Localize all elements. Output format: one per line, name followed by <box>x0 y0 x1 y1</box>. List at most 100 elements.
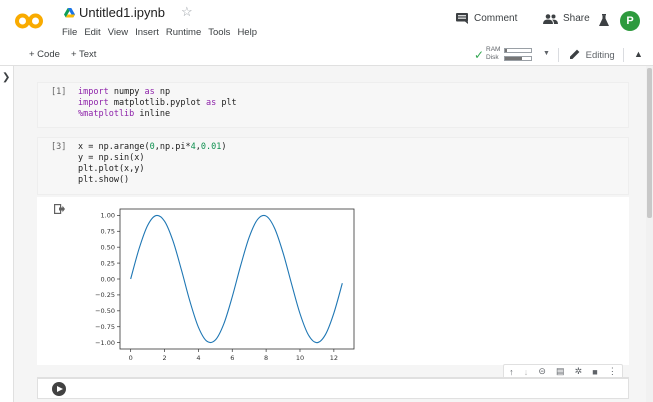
x-tick-label: 8 <box>264 354 268 362</box>
editing-label: Editing <box>585 50 615 61</box>
code-token: x = np.arange( <box>78 142 150 152</box>
code-line: plt.plot(x,y) <box>78 164 226 175</box>
scrollbar-thumb[interactable] <box>647 68 652 218</box>
menu-tools[interactable]: Tools <box>208 27 230 38</box>
move-down-icon[interactable]: ↓ <box>524 367 529 377</box>
code-cell[interactable]: [3] x = np.arange(0,np.pi*4,0.01) y = np.… <box>37 137 629 195</box>
avatar[interactable]: P <box>620 11 640 31</box>
star-icon[interactable]: ☆ <box>181 4 193 20</box>
code-token: 0.01 <box>200 142 222 152</box>
disk-bar-fill <box>505 57 522 60</box>
flask-icon[interactable] <box>599 14 609 26</box>
collapse-header-icon[interactable]: ▲ <box>634 49 643 59</box>
code-line: %matplotlib inline <box>78 109 237 120</box>
x-tick-label: 4 <box>196 354 200 362</box>
toolbar-divider <box>558 48 559 62</box>
move-up-icon[interactable]: ↑ <box>509 367 514 377</box>
disk-label: Disk <box>486 54 499 61</box>
comment-label: Comment <box>474 13 518 24</box>
code-line: plt.show() <box>78 175 226 186</box>
code-token: ) <box>221 142 227 152</box>
code-cell[interactable]: [1] import numpy as np import matplotlib.… <box>37 82 629 128</box>
colab-logo-icon[interactable] <box>14 13 44 29</box>
code-line: y = np.sin(x) <box>78 153 226 164</box>
y-tick-label: 0.50 <box>101 243 115 251</box>
menu-help[interactable]: Help <box>237 27 257 38</box>
side-panel-rail: ❯ <box>0 66 14 402</box>
x-tick-label: 6 <box>230 354 234 362</box>
connected-check-icon: ✓ <box>474 48 485 62</box>
ram-label: RAM <box>486 46 501 53</box>
code-token: matplotlib.pyplot <box>108 98 206 108</box>
code-token: y = np.sin(x) <box>78 153 145 163</box>
disk-bar <box>504 56 532 61</box>
y-tick-label: 1.00 <box>101 212 115 220</box>
y-tick-label: −0.75 <box>95 323 115 331</box>
share-label: Share <box>563 13 590 24</box>
menu-bar: File Edit View Insert Runtime Tools Help <box>62 27 257 38</box>
comment-button[interactable]: Comment <box>456 13 517 24</box>
comment-icon[interactable]: ▤ <box>556 366 565 377</box>
notebook-toolbar: + Code + Text ✓ RAM Disk ▼ Editing ▲ <box>0 44 653 66</box>
code-line: import matplotlib.pyplot as plt <box>78 98 237 109</box>
settings-icon[interactable]: ✲ <box>575 366 583 377</box>
code-token: import <box>78 98 109 108</box>
x-tick-label: 2 <box>162 354 166 362</box>
ram-bar-fill <box>505 49 508 52</box>
code-token: numpy <box>108 87 145 97</box>
empty-code-cell[interactable] <box>37 377 629 399</box>
y-tick-label: −1.00 <box>95 339 115 347</box>
x-tick-label: 0 <box>129 354 133 362</box>
add-text-button[interactable]: + Text <box>71 49 96 60</box>
x-tick-label: 10 <box>296 354 304 362</box>
code-line: x = np.arange(0,np.pi*4,0.01) <box>78 142 226 153</box>
menu-runtime[interactable]: Runtime <box>166 27 201 38</box>
code-token: plt.show() <box>78 175 130 185</box>
menu-file[interactable]: File <box>62 27 77 38</box>
delete-icon[interactable]: ■ <box>592 367 597 377</box>
menu-insert[interactable]: Insert <box>135 27 159 38</box>
code-token: plt.plot(x,y) <box>78 164 145 174</box>
run-cell-button[interactable] <box>52 382 66 396</box>
link-icon[interactable]: ⊝ <box>538 366 546 377</box>
add-code-button[interactable]: + Code <box>29 49 60 60</box>
resources-indicator[interactable]: ✓ RAM Disk <box>474 45 544 65</box>
code-token: ,np.pi* <box>154 142 191 152</box>
code-token: np <box>154 87 171 97</box>
more-icon[interactable]: ⋮ <box>608 366 617 377</box>
editing-mode-button[interactable]: Editing <box>570 49 615 61</box>
people-icon <box>543 13 558 24</box>
code-token: import <box>78 87 109 97</box>
output-actions-icon[interactable] <box>54 204 65 217</box>
chevron-down-icon[interactable]: ▼ <box>543 50 550 57</box>
y-tick-label: −0.25 <box>95 291 115 299</box>
code-line: import numpy as np <box>78 87 237 98</box>
sine-plot: 0 2 4 6 8 10 12 1.00 0.75 0.50 0.25 0.00 −0.25 −0.50 −… <box>95 208 355 362</box>
share-button[interactable]: Share <box>543 13 590 24</box>
code-token: as <box>144 87 155 97</box>
y-tick-label: 0.75 <box>101 228 115 236</box>
app-header: Untitled1.ipynb ☆ File Edit View Insert … <box>0 0 653 44</box>
code-token: %matplotlib <box>78 109 135 119</box>
drive-icon <box>64 8 75 18</box>
comment-icon <box>456 13 468 24</box>
y-tick-label: −0.50 <box>95 307 115 315</box>
code-token: plt <box>216 98 237 108</box>
pencil-icon <box>570 49 580 59</box>
cell-output: 0 2 4 6 8 10 12 1.00 0.75 0.50 0.25 0.00 −0.25 −0.50 −… <box>37 197 629 365</box>
ram-bar <box>504 48 532 53</box>
y-tick-label: 0.00 <box>101 275 115 283</box>
x-tick-label: 12 <box>330 354 338 362</box>
toolbar-divider <box>623 48 624 62</box>
execution-count: [1] <box>51 87 67 97</box>
expand-sidebar-icon[interactable]: ❯ <box>2 72 10 83</box>
execution-count: [3] <box>51 142 67 152</box>
scrollbar[interactable] <box>646 66 653 402</box>
code-editor[interactable]: import numpy as np import matplotlib.pypl… <box>78 87 237 120</box>
notebook-title[interactable]: Untitled1.ipynb <box>79 5 165 20</box>
y-tick-label: 0.25 <box>101 259 115 267</box>
menu-edit[interactable]: Edit <box>84 27 100 38</box>
code-token: inline <box>134 109 171 119</box>
code-editor[interactable]: x = np.arange(0,np.pi*4,0.01) y = np.sin(… <box>78 142 226 186</box>
menu-view[interactable]: View <box>108 27 128 38</box>
